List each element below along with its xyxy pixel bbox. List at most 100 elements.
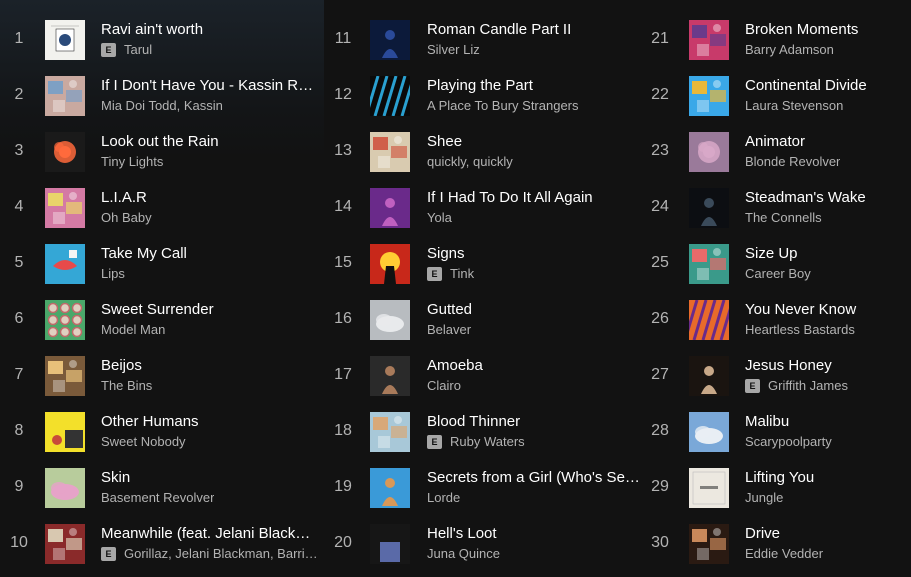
track-row[interactable]: 4 L.I.A.R Oh Baby [0, 185, 324, 241]
track-row[interactable]: 8 Other Humans Sweet Nobody [0, 409, 324, 465]
track-title[interactable]: Look out the Rain [101, 133, 319, 150]
album-cover[interactable] [370, 412, 410, 452]
artist-link[interactable]: Model Man [101, 322, 165, 337]
track-title[interactable]: Signs [427, 245, 641, 262]
artist-link[interactable]: Gorillaz, Jelani Blackman, Barrington Le… [124, 546, 319, 561]
track-row[interactable]: 28 Malibu Scarypoolparty [646, 409, 911, 465]
artist-link[interactable]: Basement Revolver [101, 490, 214, 505]
track-row[interactable]: 18 Blood Thinner E Ruby Waters [324, 409, 646, 465]
track-title[interactable]: Amoeba [427, 357, 641, 374]
track-row[interactable]: 12 Playing the Part A Place To Bury Strang… [324, 73, 646, 129]
album-cover[interactable] [689, 132, 729, 172]
album-cover[interactable] [45, 412, 85, 452]
track-title[interactable]: Malibu [745, 413, 905, 430]
artist-link[interactable]: Barry Adamson [745, 42, 834, 57]
artist-link[interactable]: Yola [427, 210, 452, 225]
track-row[interactable]: 27 Jesus Honey E Griffith James [646, 353, 911, 409]
track-row[interactable]: 5 Take My Call Lips [0, 241, 324, 297]
album-cover[interactable] [45, 524, 85, 564]
album-cover[interactable] [689, 356, 729, 396]
artist-link[interactable]: Lips [101, 266, 125, 281]
artist-link[interactable]: Lorde [427, 490, 460, 505]
artist-link[interactable]: Career Boy [745, 266, 811, 281]
track-row[interactable]: 24 Steadman's Wake The Connells [646, 185, 911, 241]
artist-link[interactable]: Belaver [427, 322, 471, 337]
album-cover[interactable] [370, 300, 410, 340]
track-title[interactable]: If I Had To Do It All Again [427, 189, 641, 206]
album-cover[interactable] [370, 244, 410, 284]
artist-link[interactable]: Tink [450, 266, 474, 281]
artist-link[interactable]: Scarypoolparty [745, 434, 832, 449]
track-row[interactable]: 10 Meanwhile (feat. Jelani Blackman & Bar… [0, 521, 324, 577]
track-row[interactable]: 20 Hell's Loot Juna Quince [324, 521, 646, 577]
track-row[interactable]: 22 Continental Divide Laura Stevenson [646, 73, 911, 129]
track-title[interactable]: Continental Divide [745, 77, 905, 94]
track-title[interactable]: Sweet Surrender [101, 301, 319, 318]
track-title[interactable]: Lifting You [745, 469, 905, 486]
album-cover[interactable] [689, 244, 729, 284]
track-title[interactable]: Other Humans [101, 413, 319, 430]
track-title[interactable]: Size Up [745, 245, 905, 262]
album-cover[interactable] [689, 412, 729, 452]
artist-link[interactable]: Juna Quince [427, 546, 500, 561]
album-cover[interactable] [370, 524, 410, 564]
track-title[interactable]: Blood Thinner [427, 413, 641, 430]
track-row[interactable]: 1 Ravi ain't worth E Tarul [0, 17, 324, 73]
track-row[interactable]: 11 Roman Candle Part II Silver Liz [324, 17, 646, 73]
track-row[interactable]: 23 Animator Blonde Revolver [646, 129, 911, 185]
track-row[interactable]: 9 Skin Basement Revolver [0, 465, 324, 521]
track-title[interactable]: Broken Moments [745, 21, 905, 38]
album-cover[interactable] [45, 356, 85, 396]
album-cover[interactable] [689, 524, 729, 564]
artist-link[interactable]: Silver Liz [427, 42, 480, 57]
artist-link[interactable]: quickly, quickly [427, 154, 513, 169]
track-row[interactable]: 17 Amoeba Clairo [324, 353, 646, 409]
track-row[interactable]: 13 Shee quickly, quickly [324, 129, 646, 185]
track-title[interactable]: Steadman's Wake [745, 189, 905, 206]
album-cover[interactable] [45, 300, 85, 340]
track-row[interactable]: 6 Sweet Surrender Model Man [0, 297, 324, 353]
artist-link[interactable]: Griffith James [768, 378, 848, 393]
track-row[interactable]: 26 You Never Know Heartless Bastards [646, 297, 911, 353]
album-cover[interactable] [370, 356, 410, 396]
artist-link[interactable]: The Connells [745, 210, 822, 225]
track-row[interactable]: 21 Broken Moments Barry Adamson [646, 17, 911, 73]
artist-link[interactable]: Laura Stevenson [745, 98, 843, 113]
track-row[interactable]: 3 Look out the Rain Tiny Lights [0, 129, 324, 185]
track-row[interactable]: 14 If I Had To Do It All Again Yola [324, 185, 646, 241]
track-title[interactable]: Playing the Part [427, 77, 641, 94]
track-title[interactable]: Jesus Honey [745, 357, 905, 374]
track-title[interactable]: Gutted [427, 301, 641, 318]
track-title[interactable]: If I Don't Have You - Kassin Remix [101, 77, 319, 94]
album-cover[interactable] [45, 76, 85, 116]
album-cover[interactable] [689, 188, 729, 228]
artist-link[interactable]: A Place To Bury Strangers [427, 98, 579, 113]
artist-link[interactable]: Mia Doi Todd, Kassin [101, 98, 223, 113]
track-title[interactable]: You Never Know [745, 301, 905, 318]
album-cover[interactable] [689, 20, 729, 60]
track-row[interactable]: 30 Drive Eddie Vedder [646, 521, 911, 577]
album-cover[interactable] [45, 244, 85, 284]
artist-link[interactable]: Jungle [745, 490, 783, 505]
track-title[interactable]: Secrets from a Girl (Who's Seen it All) [427, 469, 641, 486]
album-cover[interactable] [45, 188, 85, 228]
artist-link[interactable]: Tarul [124, 42, 152, 57]
album-cover[interactable] [45, 20, 85, 60]
album-cover[interactable] [370, 468, 410, 508]
track-row[interactable]: 25 Size Up Career Boy [646, 241, 911, 297]
track-title[interactable]: Shee [427, 133, 641, 150]
track-row[interactable]: 19 Secrets from a Girl (Who's Seen it All… [324, 465, 646, 521]
album-cover[interactable] [370, 76, 410, 116]
track-title[interactable]: Hell's Loot [427, 525, 641, 542]
album-cover[interactable] [689, 76, 729, 116]
album-cover[interactable] [45, 132, 85, 172]
artist-link[interactable]: Oh Baby [101, 210, 152, 225]
album-cover[interactable] [370, 188, 410, 228]
track-row[interactable]: 29 Lifting You Jungle [646, 465, 911, 521]
track-title[interactable]: Take My Call [101, 245, 319, 262]
album-cover[interactable] [45, 468, 85, 508]
artist-link[interactable]: Heartless Bastards [745, 322, 855, 337]
track-title[interactable]: L.I.A.R [101, 189, 319, 206]
artist-link[interactable]: Ruby Waters [450, 434, 525, 449]
track-title[interactable]: Ravi ain't worth [101, 21, 319, 38]
